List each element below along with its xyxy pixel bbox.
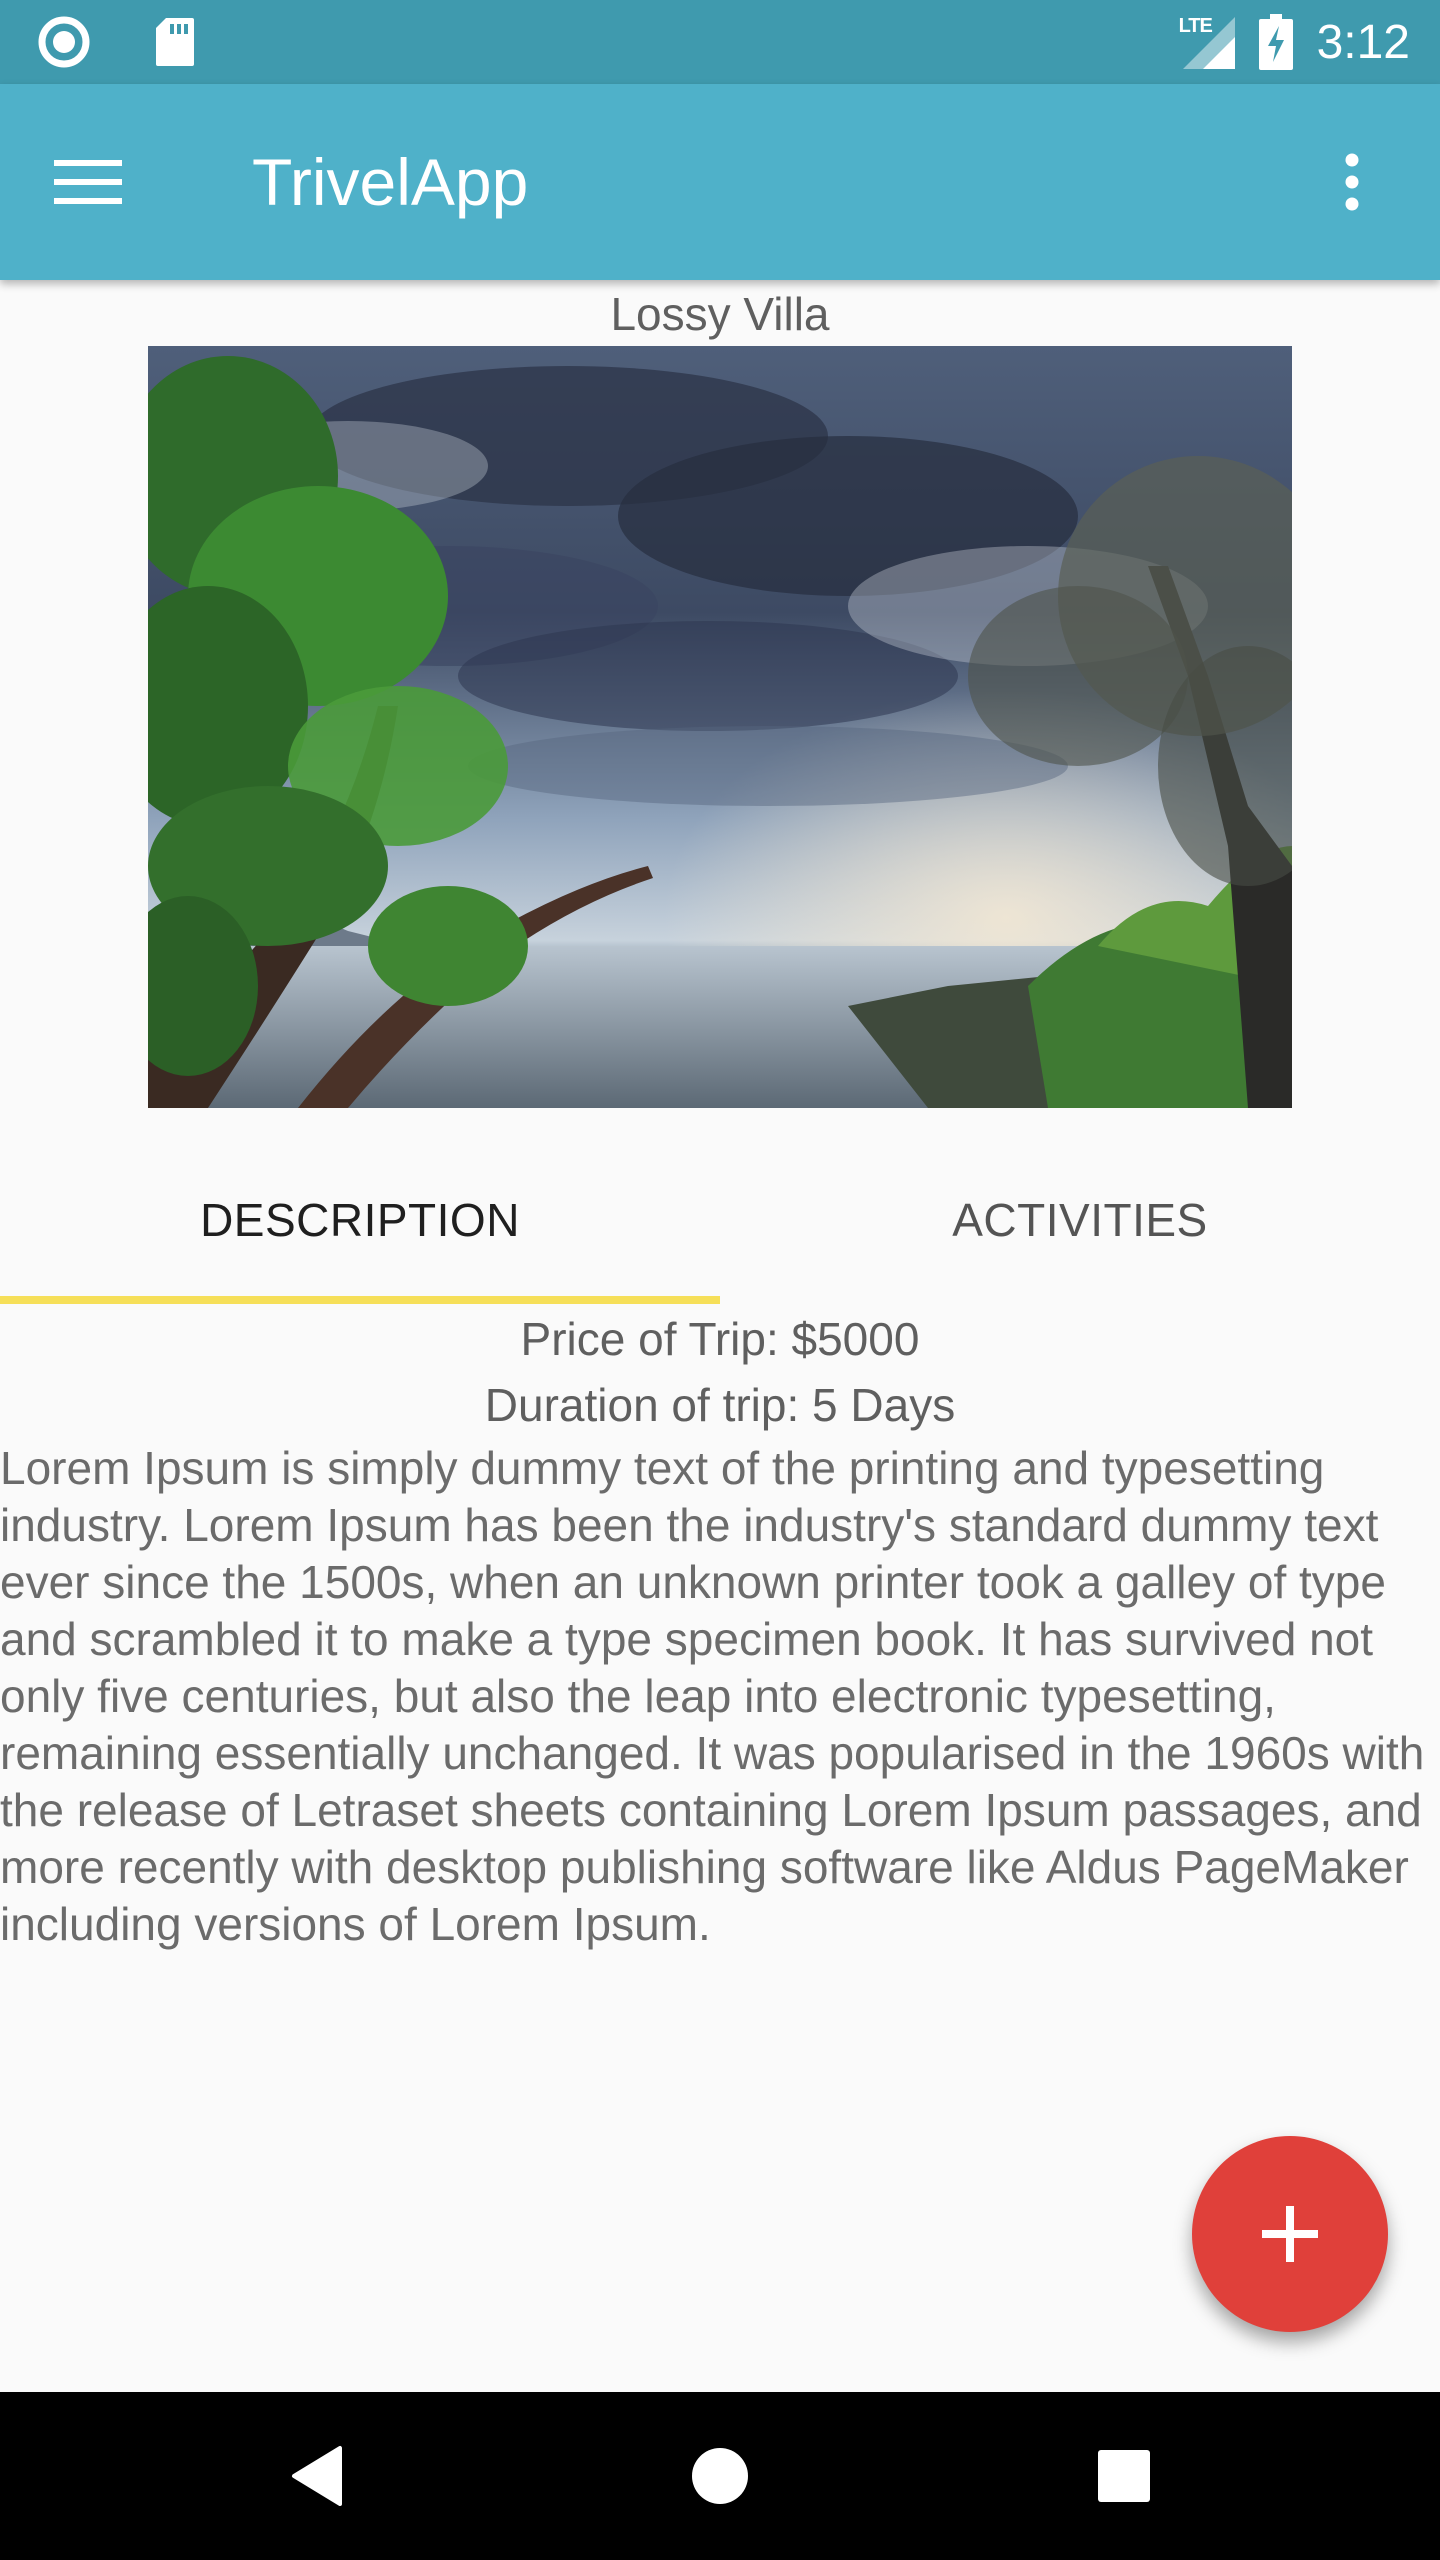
hamburger-menu-icon (54, 160, 122, 204)
app-bar: TrivelApp (0, 84, 1440, 280)
menu-button[interactable] (40, 134, 136, 230)
overflow-menu-button[interactable] (1304, 134, 1400, 230)
sd-card-icon (156, 18, 194, 66)
status-time: 3:12 (1316, 15, 1410, 69)
app-title: TrivelApp (252, 145, 529, 219)
plus-icon (1262, 2206, 1318, 2262)
status-notifications (38, 16, 196, 68)
more-vert-icon (1345, 153, 1359, 211)
tab-bar: DESCRIPTION ACTIVITIES (0, 1136, 1440, 1304)
home-circle-icon (692, 2448, 748, 2504)
trip-price: Price of Trip: $5000 (520, 1313, 920, 1365)
tab-description[interactable]: DESCRIPTION (0, 1136, 720, 1304)
status-system: LTE 3:12 (1177, 12, 1410, 72)
recents-square-icon (1098, 2450, 1150, 2502)
place-photo (148, 346, 1292, 1108)
system-nav-bar (0, 2392, 1440, 2560)
trip-description: Lorem Ipsum is simply dummy text of the … (0, 1442, 1425, 1950)
trip-duration: Duration of trip: 5 Days (484, 1379, 956, 1431)
tab-activities[interactable]: ACTIVITIES (720, 1136, 1440, 1304)
back-button[interactable] (266, 2426, 366, 2526)
sync-circle-icon (38, 16, 90, 68)
place-name: Lossy Villa (610, 288, 830, 340)
add-fab-button[interactable] (1192, 2136, 1388, 2332)
battery-charging-icon (1258, 14, 1293, 70)
screen: LTE 3:12 TrivelApp Lossy Villa DESCRIPTI… (0, 0, 1440, 2560)
recents-button[interactable] (1074, 2426, 1174, 2526)
signal-icon: LTE (1177, 13, 1237, 71)
back-triangle-icon (292, 2446, 342, 2506)
status-bar: LTE 3:12 (0, 0, 1440, 84)
home-button[interactable] (670, 2426, 770, 2526)
tab-indicator (0, 1296, 720, 1304)
